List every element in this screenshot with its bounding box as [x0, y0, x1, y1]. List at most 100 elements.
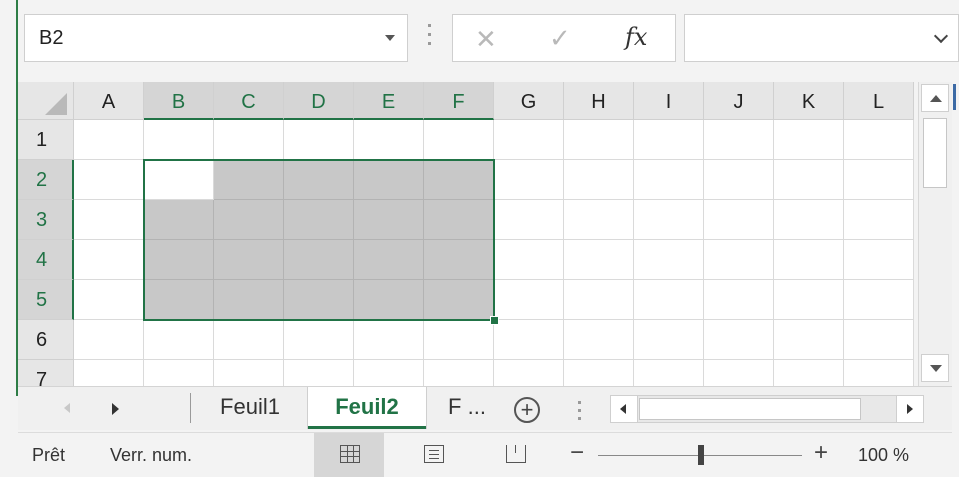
column-header-l[interactable]: L [844, 82, 914, 120]
cell-h7[interactable] [564, 360, 634, 386]
column-header-a[interactable]: A [74, 82, 144, 120]
cell-l2[interactable] [844, 160, 914, 200]
tab-feuil3[interactable]: F ... [432, 387, 502, 429]
cell-e3[interactable] [354, 200, 424, 240]
cell-e4[interactable] [354, 240, 424, 280]
row-header-3[interactable]: 3 [18, 200, 74, 240]
cell-c3[interactable] [214, 200, 284, 240]
scroll-down-button[interactable] [921, 354, 949, 382]
cell-c4[interactable] [214, 240, 284, 280]
cell-b7[interactable] [144, 360, 214, 386]
cell-a3[interactable] [74, 200, 144, 240]
cell-a4[interactable] [74, 240, 144, 280]
scroll-right-button[interactable] [896, 396, 923, 422]
cell-l7[interactable] [844, 360, 914, 386]
chevron-down-icon[interactable] [385, 35, 395, 41]
previous-sheet-icon[interactable] [64, 403, 70, 413]
cell-c7[interactable] [214, 360, 284, 386]
cell-b1[interactable] [144, 120, 214, 160]
cell-b4[interactable] [144, 240, 214, 280]
cell-k5[interactable] [774, 280, 844, 320]
cell-d2[interactable] [284, 160, 354, 200]
cell-l4[interactable] [844, 240, 914, 280]
cell-e5[interactable] [354, 280, 424, 320]
cell-h1[interactable] [564, 120, 634, 160]
cell-e1[interactable] [354, 120, 424, 160]
cell-k7[interactable] [774, 360, 844, 386]
cell-a2[interactable] [74, 160, 144, 200]
cell-j4[interactable] [704, 240, 774, 280]
column-header-f[interactable]: F [424, 82, 494, 120]
cell-b5[interactable] [144, 280, 214, 320]
cell-l6[interactable] [844, 320, 914, 360]
formula-input[interactable] [684, 14, 959, 62]
column-header-c[interactable]: C [214, 82, 284, 120]
horizontal-scrollbar[interactable] [610, 395, 924, 423]
cell-h2[interactable] [564, 160, 634, 200]
cell-a5[interactable] [74, 280, 144, 320]
cell-f4[interactable] [424, 240, 494, 280]
cell-f7[interactable] [424, 360, 494, 386]
cell-h6[interactable] [564, 320, 634, 360]
name-box[interactable]: B2 [24, 14, 408, 62]
cell-j1[interactable] [704, 120, 774, 160]
cell-c5[interactable] [214, 280, 284, 320]
cell-c2[interactable] [214, 160, 284, 200]
cell-e7[interactable] [354, 360, 424, 386]
zoom-level[interactable]: 100 % [858, 445, 909, 466]
column-header-i[interactable]: I [634, 82, 704, 120]
cell-i7[interactable] [634, 360, 704, 386]
cell-k2[interactable] [774, 160, 844, 200]
cell-j2[interactable] [704, 160, 774, 200]
tab-feuil2[interactable]: Feuil2 [308, 387, 426, 429]
zoom-in-button[interactable]: + [814, 439, 828, 467]
close-icon[interactable]: ✕ [475, 24, 497, 55]
cell-k6[interactable] [774, 320, 844, 360]
tab-split-handle-icon[interactable] [578, 401, 581, 421]
column-header-j[interactable]: J [704, 82, 774, 120]
cell-g1[interactable] [494, 120, 564, 160]
scroll-up-button[interactable] [921, 84, 949, 112]
cell-f5[interactable] [424, 280, 494, 320]
cell-a6[interactable] [74, 320, 144, 360]
cell-g4[interactable] [494, 240, 564, 280]
cell-g6[interactable] [494, 320, 564, 360]
drag-handle-icon[interactable] [428, 24, 432, 50]
cell-g5[interactable] [494, 280, 564, 320]
row-header-1[interactable]: 1 [18, 120, 74, 160]
vertical-scrollbar[interactable] [918, 82, 952, 386]
cell-b2[interactable] [144, 160, 214, 200]
cell-j7[interactable] [704, 360, 774, 386]
cell-d5[interactable] [284, 280, 354, 320]
tab-feuil1[interactable]: Feuil1 [198, 387, 302, 429]
zoom-out-button[interactable]: − [570, 439, 584, 467]
cell-c1[interactable] [214, 120, 284, 160]
column-header-b[interactable]: B [144, 82, 214, 120]
cell-d1[interactable] [284, 120, 354, 160]
cell-g2[interactable] [494, 160, 564, 200]
cell-l5[interactable] [844, 280, 914, 320]
column-header-h[interactable]: H [564, 82, 634, 120]
cell-h4[interactable] [564, 240, 634, 280]
page-break-view-button[interactable] [480, 433, 550, 477]
page-layout-view-button[interactable] [398, 433, 468, 477]
cell-h3[interactable] [564, 200, 634, 240]
cell-h5[interactable] [564, 280, 634, 320]
cell-l1[interactable] [844, 120, 914, 160]
cell-b6[interactable] [144, 320, 214, 360]
cell-d4[interactable] [284, 240, 354, 280]
cell-j5[interactable] [704, 280, 774, 320]
cell-i2[interactable] [634, 160, 704, 200]
cell-a7[interactable] [74, 360, 144, 386]
row-header-2[interactable]: 2 [18, 160, 74, 200]
cell-e6[interactable] [354, 320, 424, 360]
cell-e2[interactable] [354, 160, 424, 200]
row-header-5[interactable]: 5 [18, 280, 74, 320]
column-header-e[interactable]: E [354, 82, 424, 120]
cell-c6[interactable] [214, 320, 284, 360]
cell-k1[interactable] [774, 120, 844, 160]
zoom-slider-thumb[interactable] [698, 445, 704, 465]
plus-circle-icon[interactable]: + [514, 397, 540, 423]
cell-f6[interactable] [424, 320, 494, 360]
horizontal-scroll-thumb[interactable] [639, 398, 861, 420]
